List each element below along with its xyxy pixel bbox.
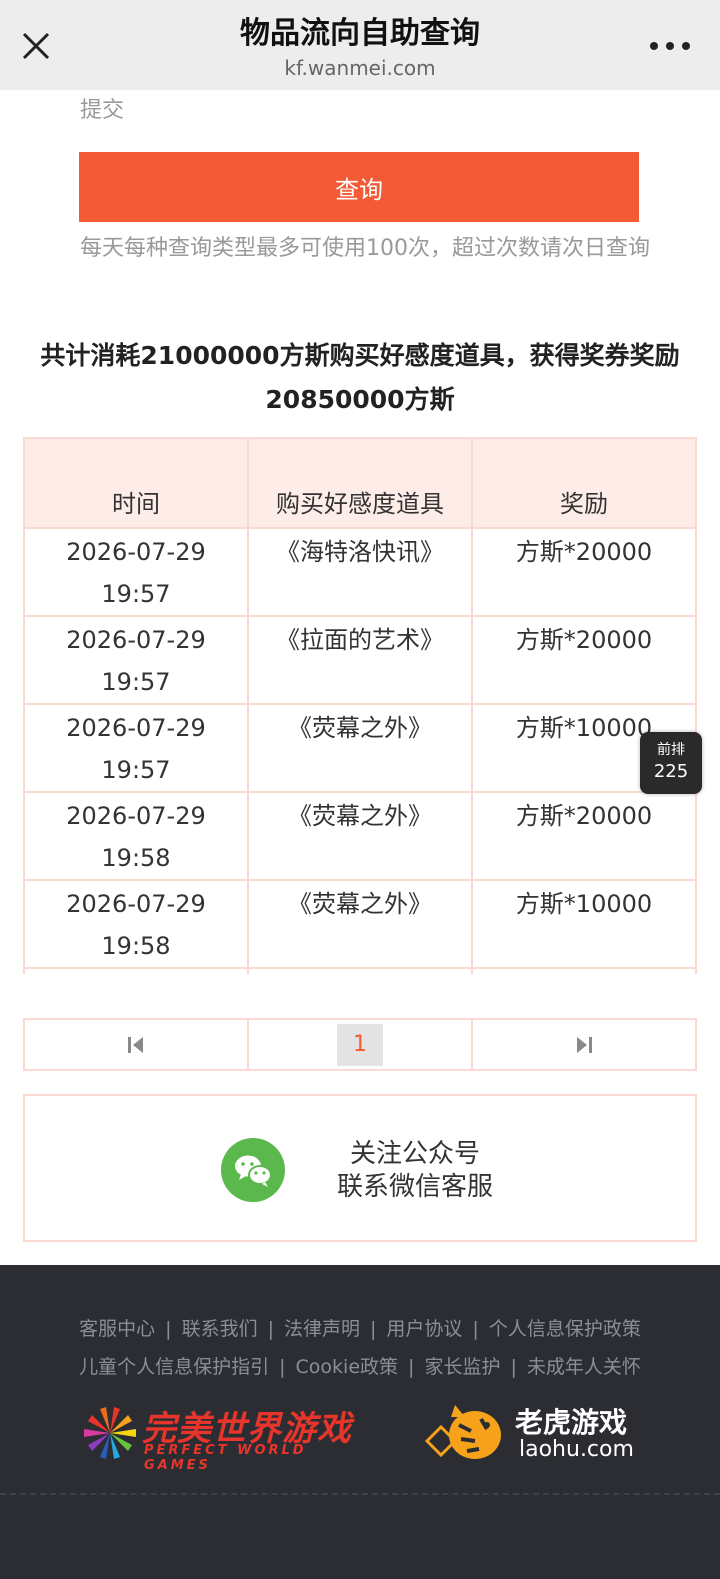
cell-time: 2026-07-29 19:57 [23,615,249,705]
cell-item: 《荧幕之外》 [247,879,473,969]
footer-link-agreement[interactable]: 用户协议 [386,1318,462,1340]
badge-count: 225 [653,761,689,782]
table-row: 2026-07-29 19:58 《荧幕之外》 方斯*20000 [23,791,697,881]
time-text: 2026-07-29 19:57 [66,714,206,784]
cell-reward [471,967,697,974]
footer-link-guardian[interactable]: 家长监护 [424,1356,500,1378]
first-page-button[interactable] [25,1020,249,1069]
pinwheel-icon [84,1407,136,1459]
cell-time: 2026-07-29 19:57 [23,703,249,793]
summary-text: 共计消耗21000000方斯购买好感度道具，获得奖券奖励20850000方斯 [40,341,680,414]
wechat-service-box[interactable]: 关注公众号 联系微信客服 [23,1094,697,1242]
footer-links-row2: 儿童个人信息保护指引 | Cookie政策 | 家长监护 | 未成年人关怀 [79,1356,641,1378]
perfect-world-logo[interactable]: 完美世界游戏 PERFECT WORLD GAMES [80,1403,380,1473]
wechat-line1: 关注公众号 [349,1139,480,1169]
laohu-logo-en: laohu.com [519,1437,634,1462]
footer-link-child-privacy[interactable]: 儿童个人信息保护指引 [79,1356,269,1378]
pagination: 1 [23,1018,697,1071]
footer-link-legal[interactable]: 法律声明 [284,1318,360,1340]
cell-item: 《荧幕之外》 [247,703,473,793]
footer-link-service[interactable]: 客服中心 [79,1318,155,1340]
cell-reward: 方斯*20000 [471,615,697,705]
tiger-icon [425,1405,501,1459]
laohu-logo-cn: 老虎游戏 [515,1406,628,1439]
badge-label: 前排 [657,742,685,758]
time-text: 2026-07-29 19:58 [66,802,206,872]
table-row: 2026-07-29 19:57 《海特洛快讯》 方斯*20000 [23,527,697,617]
header-item-text: 购买好感度道具 [276,490,444,518]
records-table: 时间 购买好感度道具 奖励 2026-07-29 19:57 《海特洛快讯》 方… [23,437,697,974]
page-title: 物品流向自助查询 [240,16,480,51]
time-text: 2026-07-29 19:57 [66,626,206,696]
table-row [23,967,697,974]
cell-item: 《海特洛快讯》 [247,527,473,617]
page-domain: kf.wanmei.com [284,56,436,80]
cell-reward: 方斯*20000 [471,527,697,617]
wechat-icon [221,1138,285,1202]
footer-link-privacy[interactable]: 个人信息保护政策 [489,1318,641,1340]
cell-time: 2026-07-29 19:57 [23,527,249,617]
table-row: 2026-07-29 19:58 《荧幕之外》 方斯*10000 [23,879,697,969]
cell-reward: 方斯*20000 [471,791,697,881]
footer-link-minor-care[interactable]: 未成年人关怀 [527,1356,641,1378]
header-time: 时间 [23,437,249,529]
first-page-icon [128,1036,143,1053]
header-reward: 奖励 [471,437,697,529]
footer-link-contact[interactable]: 联系我们 [182,1318,258,1340]
table-row: 2026-07-29 19:57 《荧幕之外》 方斯*10000 [23,703,697,793]
query-button[interactable]: 查询 [79,152,639,222]
table-header-row: 时间 购买好感度道具 奖励 [23,437,697,529]
time-text: 2026-07-29 19:58 [66,890,206,960]
last-page-button[interactable] [473,1020,695,1069]
time-text: 2026-07-29 19:57 [66,538,206,608]
wechat-line2: 联系微信客服 [336,1172,493,1202]
title-wrap: 物品流向自助查询 kf.wanmei.com [110,14,610,82]
current-page-button[interactable]: 1 [337,1023,383,1066]
last-page-icon [577,1036,592,1053]
wechat-text: 关注公众号 联系微信客服 [315,1138,515,1204]
laohu-logo[interactable]: 老虎游戏 laohu.com [425,1395,645,1467]
float-rank-badge[interactable]: 前排 225 [640,732,702,794]
cell-item [247,967,473,974]
cell-reward: 方斯*10000 [471,879,697,969]
footer: 客服中心 | 联系我们 | 法律声明 | 用户协议 | 个人信息保护政策 儿童个人信息保护指引 |… [0,1265,720,1579]
submit-label: 提交 [80,98,125,123]
perfect-world-logo-en: PERFECT WORLD GAMES [144,1443,307,1473]
more-dots-icon[interactable] [650,36,690,56]
cell-time: 2026-07-29 19:58 [23,879,249,969]
cell-time: 2026-07-29 19:58 [23,791,249,881]
cell-item: 《拉面的艺术》 [247,615,473,705]
title-bar: 物品流向自助查询 kf.wanmei.com [0,0,720,90]
header-item: 购买好感度道具 [247,437,473,529]
cell-time [23,967,249,974]
table-row: 2026-07-29 19:57 《拉面的艺术》 方斯*20000 [23,615,697,705]
query-limit-note: 每天每种查询类型最多可使用100次，超过次数请次日查询 [80,236,650,261]
footer-divider [0,1493,720,1495]
close-icon[interactable] [18,28,54,64]
footer-links-row1: 客服中心 | 联系我们 | 法律声明 | 用户协议 | 个人信息保护政策 [79,1318,641,1340]
page-number-cell: 1 [249,1020,473,1069]
footer-link-cookie[interactable]: Cookie政策 [296,1356,399,1378]
cell-item: 《荧幕之外》 [247,791,473,881]
